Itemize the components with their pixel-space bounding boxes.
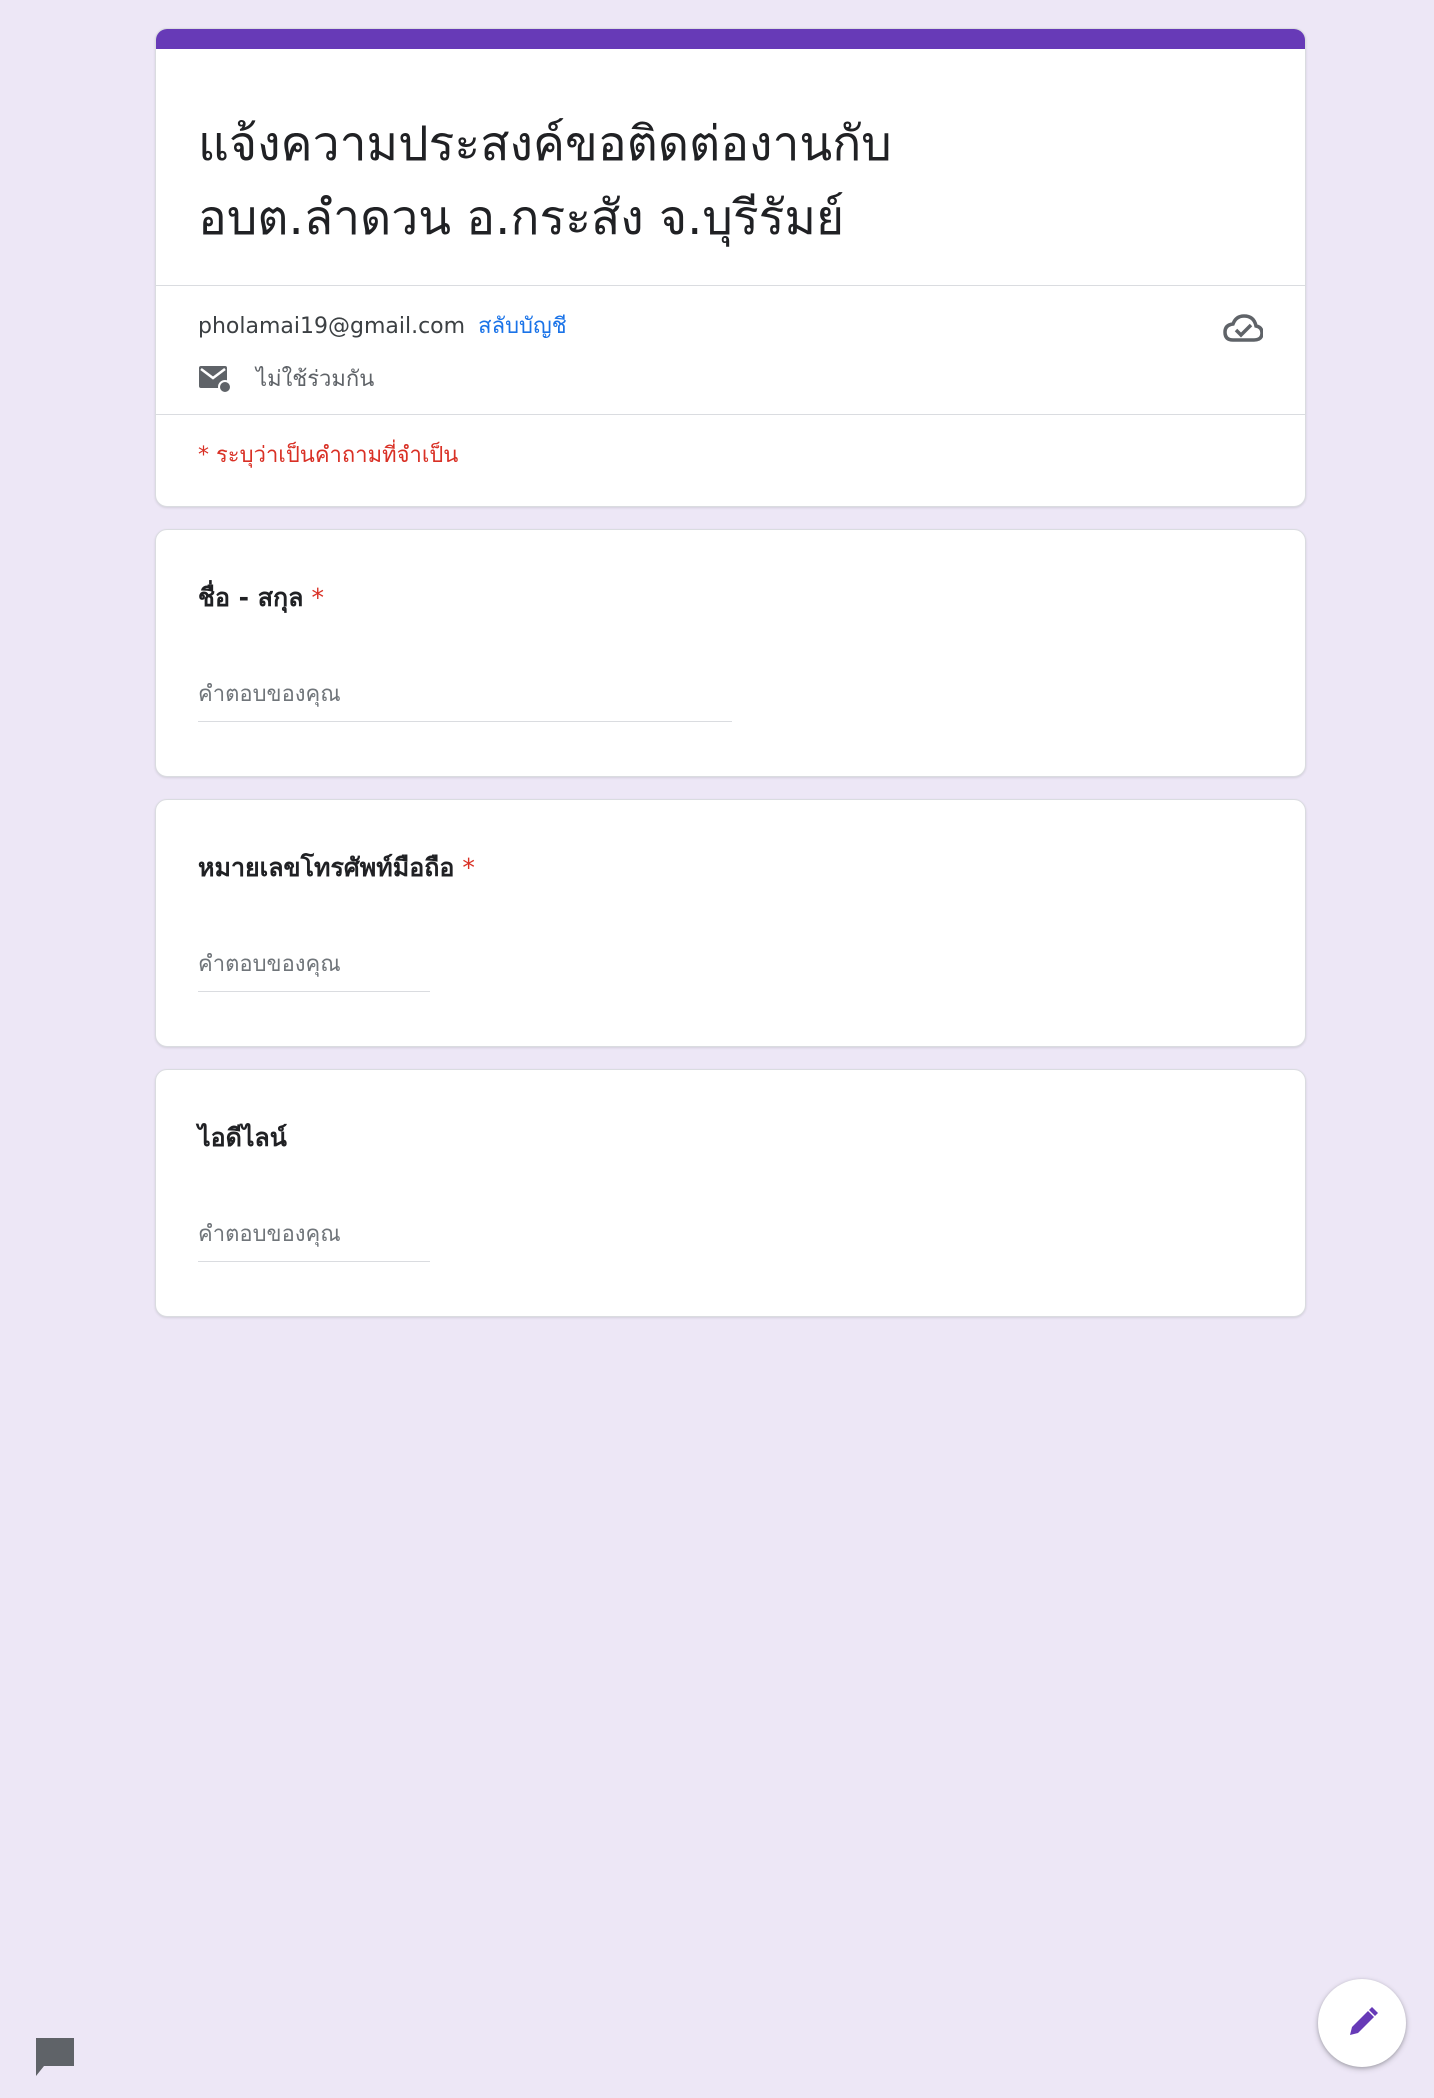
answer-input-line-id[interactable]: คำตอบของคุณ <box>198 1216 430 1262</box>
pencil-icon <box>1350 2007 1378 2035</box>
question-label: ชื่อ - สกุล <box>198 583 304 612</box>
question-card-name: ชื่อ - สกุล * คำตอบของคุณ <box>155 529 1306 777</box>
form-container: แจ้งความประสงค์ขอติดต่องานกับ อบต.ลำดวน … <box>155 28 1306 1339</box>
form-title-line-2: อบต.ลำดวน อ.กระสัง จ.บุรีรัมย์ <box>198 190 845 246</box>
question-label: ไอดีไลน์ <box>198 1123 287 1152</box>
question-title: ไอดีไลน์ <box>198 1118 1263 1158</box>
edit-fab-button[interactable] <box>1318 1979 1406 2067</box>
mail-not-shared-icon <box>199 365 232 394</box>
cloud-saved-icon[interactable] <box>1223 312 1263 346</box>
required-note: * ระบุว่าเป็นคำถามที่จำเป็น <box>198 443 459 468</box>
account-email: pholamai19@gmail.com <box>198 314 466 339</box>
not-shared-label: ไม่ใช้ร่วมกัน <box>256 367 375 392</box>
header-accent-bar <box>156 29 1305 49</box>
required-asterisk: * <box>462 853 475 882</box>
answer-input-phone[interactable]: คำตอบของคุณ <box>198 946 430 992</box>
form-header-card: แจ้งความประสงค์ขอติดต่องานกับ อบต.ลำดวน … <box>155 28 1306 507</box>
switch-account-link[interactable]: สลับบัญชี <box>478 314 567 339</box>
answer-input-name[interactable]: คำตอบของคุณ <box>198 676 732 722</box>
question-title: ชื่อ - สกุล * <box>198 578 1263 618</box>
account-row: pholamai19@gmail.com สลับบัญชี ไม่ใช้ร่ว… <box>156 286 1305 414</box>
feedback-icon[interactable] <box>34 2036 76 2078</box>
question-card-phone: หมายเลขโทรศัพท์มือถือ * คำตอบของคุณ <box>155 799 1306 1047</box>
required-asterisk: * <box>311 583 324 612</box>
form-title: แจ้งความประสงค์ขอติดต่องานกับ อบต.ลำดวน … <box>156 49 1305 285</box>
question-title: หมายเลขโทรศัพท์มือถือ * <box>198 848 1263 888</box>
form-title-line-1: แจ้งความประสงค์ขอติดต่องานกับ <box>198 116 892 172</box>
question-label: หมายเลขโทรศัพท์มือถือ <box>198 853 455 882</box>
not-shared-row: ไม่ใช้ร่วมกัน <box>198 361 1263 396</box>
question-card-line-id: ไอดีไลน์ คำตอบของคุณ <box>155 1069 1306 1317</box>
